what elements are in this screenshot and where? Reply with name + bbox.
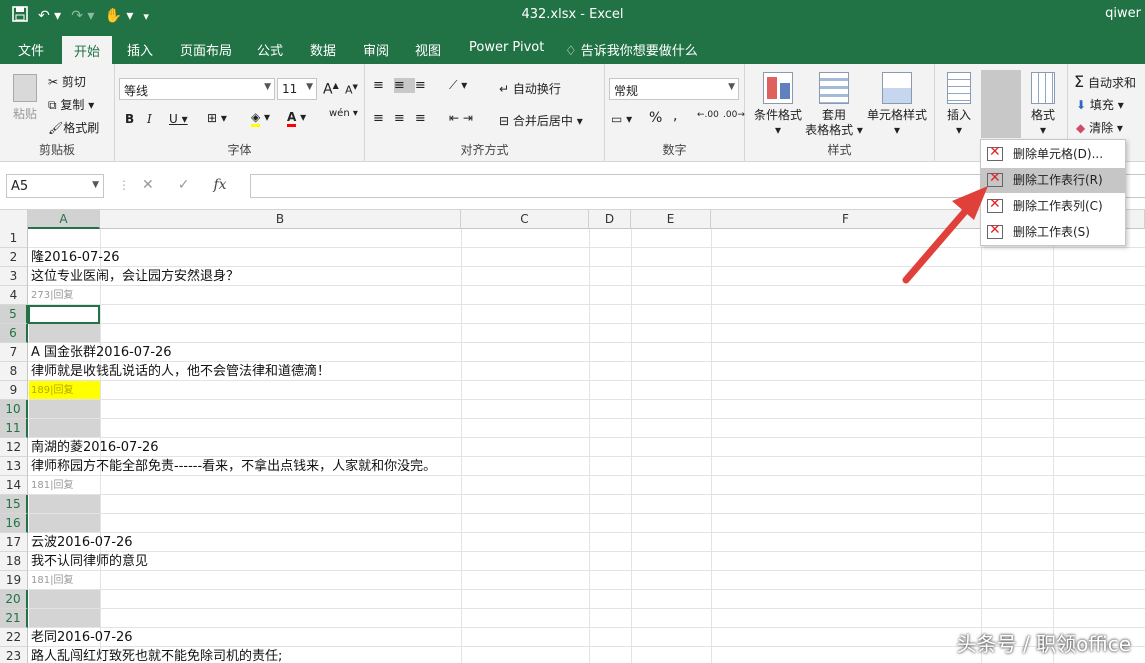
- annotation-arrow: [902, 186, 988, 284]
- watermark-text: 头条号 / 职领office: [956, 632, 1131, 656]
